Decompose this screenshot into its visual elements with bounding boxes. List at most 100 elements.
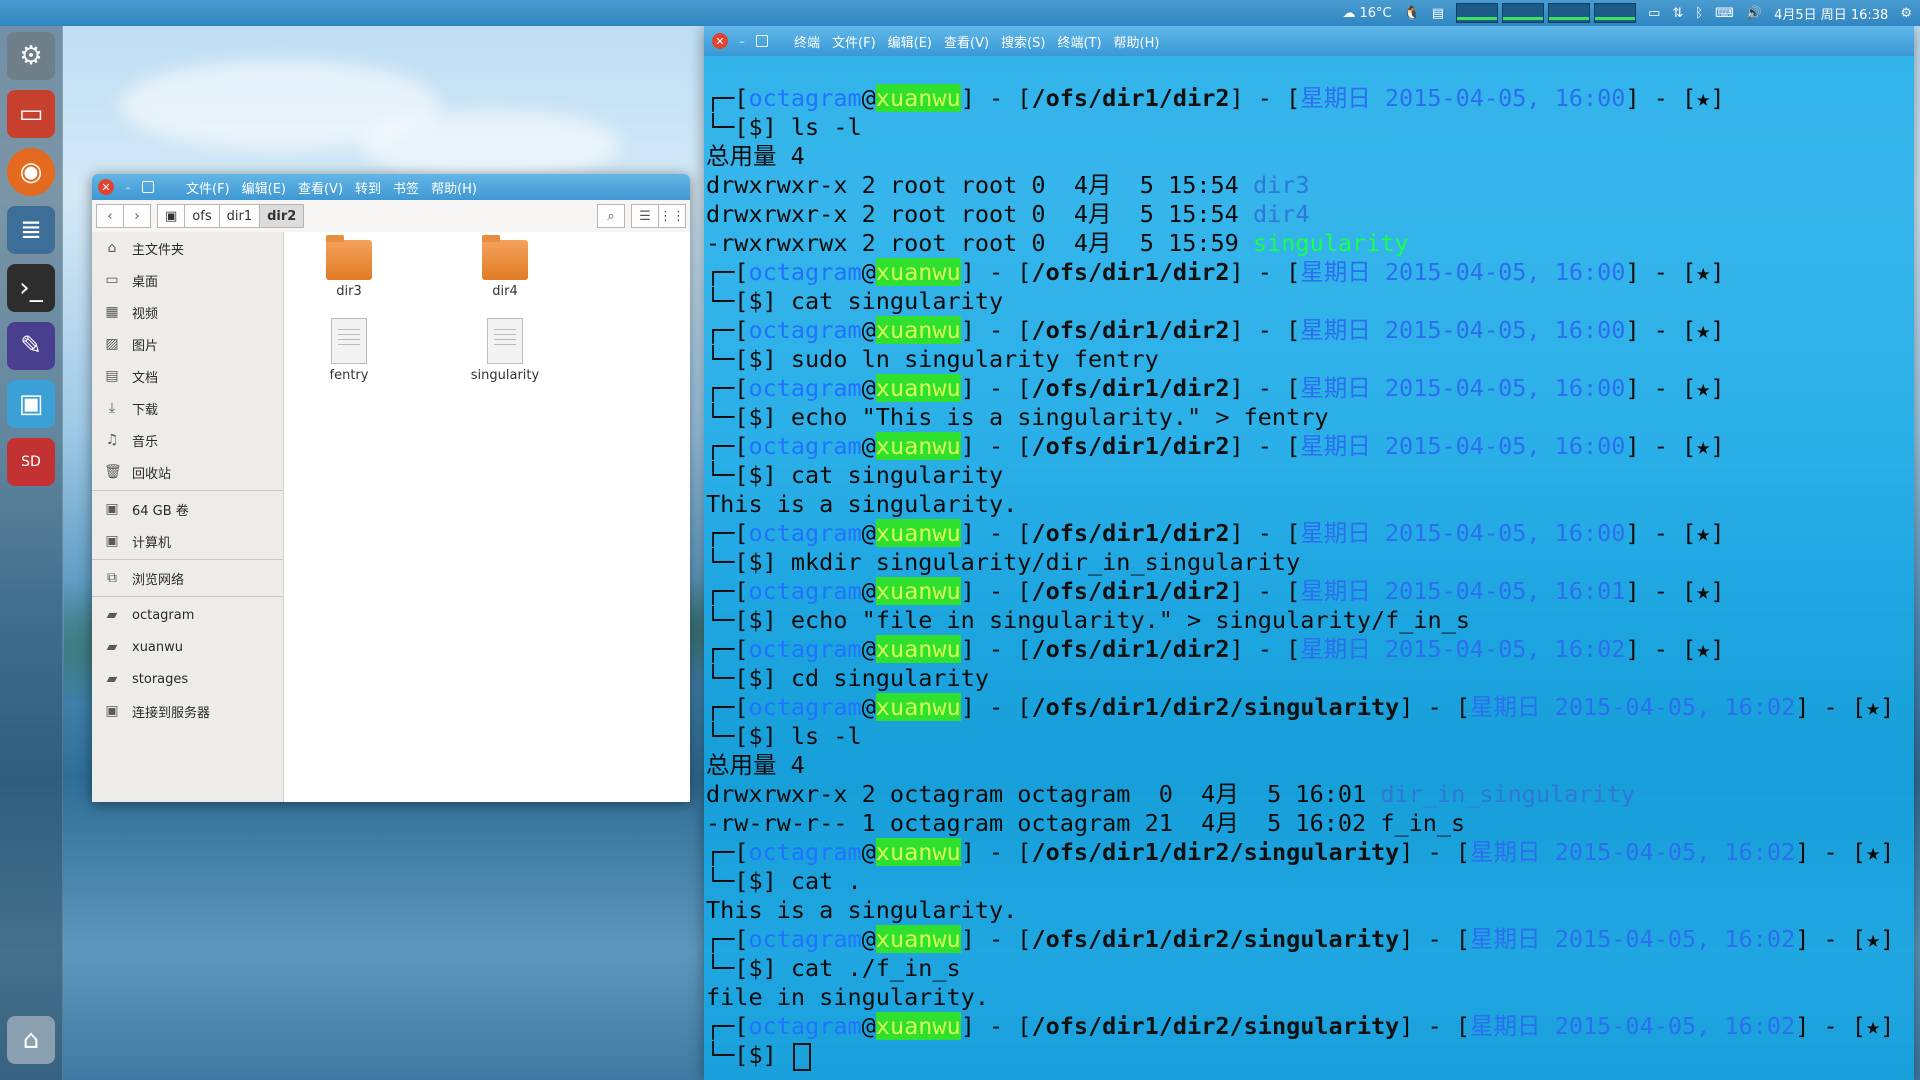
drive-icon[interactable]: ▣ [157, 204, 186, 228]
file-manager-sidebar: ⌂ 主文件夹 ▭ 桌面 ▦ 视频 ▨ 图片 ▤ 文档 ⤓ 下载 ♫ 音乐 🗑 回收站 ▣ 64 GB 卷 ▣ 计算机 ⧉… [92, 232, 284, 802]
system-settings-icon[interactable]: ⚙ [7, 32, 55, 80]
back-button[interactable]: ‹ [96, 204, 124, 228]
file-item[interactable]: singularity [450, 318, 560, 383]
ls-entry-name: singularity [1252, 229, 1409, 257]
file-icon [331, 318, 367, 364]
firefox-icon[interactable]: ◉ [7, 148, 55, 196]
video-icon: ▦ [105, 304, 119, 320]
close-button[interactable]: ✕ [712, 33, 728, 49]
sidebar-item[interactable]: ▰ octagram [92, 599, 283, 631]
weather-indicator[interactable]: ☁ 16°C [1342, 0, 1391, 26]
breadcrumb-item[interactable]: dir1 [218, 204, 261, 228]
gear-icon[interactable]: ⚙ [1900, 6, 1912, 21]
sidebar-item[interactable]: ▣ 64 GB 卷 [92, 493, 283, 525]
menu-item[interactable]: 帮助(H) [431, 178, 477, 197]
sidebar-item[interactable]: ▰ storages [92, 663, 283, 695]
top-panel: ☁ 16°C 🐧 ▤ ▭ ⇅ ᛒ ⌨ 🔊 4月5日 周日 16:38 ⚙ [0, 0, 1920, 26]
sidebar-item[interactable]: ⧉ 浏览网络 [92, 562, 283, 594]
menu-item[interactable]: 文件(F) [832, 32, 876, 51]
prompt-user: octagram [748, 635, 862, 663]
image-viewer-icon[interactable]: ▣ [7, 380, 55, 428]
menu-item[interactable]: 帮助(H) [1114, 32, 1160, 51]
terminal-output[interactable]: ┌─[octagram@xuanwu] - [/ofs/dir1/dir2] -… [706, 84, 1914, 1071]
output-line: 总用量 4 [706, 142, 1914, 171]
ls-details: drwxrwxr-x 2 octagram octagram 0 4月 5 16… [706, 780, 1381, 808]
sidebar-item[interactable]: ⌂ 主文件夹 [92, 232, 283, 264]
file-item[interactable]: dir4 [450, 235, 560, 299]
menu-item[interactable]: 终端 [794, 32, 820, 51]
sidebar-item[interactable]: ▤ 文档 [92, 360, 283, 392]
menu-item[interactable]: 编辑(E) [242, 178, 286, 197]
ls-output-line: drwxrwxr-x 2 root root 0 4月 5 15:54 dir3 [706, 171, 1914, 200]
sidebar-item[interactable]: ▨ 图片 [92, 328, 283, 360]
breadcrumb-item[interactable]: ofs [184, 204, 220, 228]
file-name: fentry [329, 368, 369, 383]
sidebar-item[interactable]: ▣ 连接到服务器 [92, 695, 283, 727]
menu-item[interactable]: 文件(F) [186, 178, 230, 197]
breadcrumb-item[interactable]: dir2 [259, 204, 305, 228]
output-text: This is a singularity. [706, 490, 1018, 518]
sidebar-item[interactable]: ⤓ 下载 [92, 392, 283, 424]
menu-item[interactable]: 搜索(S) [1001, 32, 1045, 51]
prompt-datetime: 星期日 2015-04-05, 16:00 [1300, 258, 1626, 286]
file-manager-icon[interactable]: ▭ [7, 90, 55, 138]
drive-icon: ▣ [105, 501, 119, 517]
keyboard-icon[interactable]: ⌨ [1715, 6, 1734, 21]
text-editor-icon[interactable]: ≣ [7, 206, 55, 254]
ls-output-line: -rwxrwxrwx 2 root root 0 4月 5 15:59 sing… [706, 229, 1914, 258]
forward-button[interactable]: › [123, 204, 151, 228]
maximize-button[interactable] [756, 35, 768, 47]
eclipse-icon[interactable]: ✎ [7, 322, 55, 370]
search-icon[interactable]: ⌕ [597, 204, 625, 228]
minimize-button[interactable]: – [734, 33, 750, 49]
prompt-user: octagram [748, 432, 862, 460]
bluetooth-icon[interactable]: ᛒ [1695, 6, 1703, 21]
menu-item[interactable]: 终端(T) [1057, 32, 1101, 51]
sidebar-item[interactable]: ▭ 桌面 [92, 264, 283, 296]
home-icon: ⌂ [107, 240, 117, 256]
prompt-line: ┌─[octagram@xuanwu] - [/ofs/dir1/dir2/si… [706, 838, 1895, 866]
sidebar-item[interactable]: ▦ 视频 [92, 296, 283, 328]
sidebar-item-label: 计算机 [132, 535, 172, 551]
terminal-cursor[interactable] [792, 1042, 811, 1071]
sidebar-item[interactable]: ♫ 音乐 [92, 424, 283, 456]
menu-item[interactable]: 转到 [355, 178, 381, 197]
menu-item[interactable]: 查看(V) [298, 178, 343, 197]
prompt-user: octagram [748, 258, 862, 286]
network-icon[interactable]: ⇅ [1672, 6, 1683, 21]
prompt-datetime: 星期日 2015-04-05, 16:00 [1300, 374, 1626, 402]
minimize-button[interactable]: – [120, 179, 136, 195]
trash-icon[interactable]: ⌂ [7, 1016, 55, 1064]
maximize-button[interactable] [142, 181, 154, 193]
output-line: This is a singularity. [706, 896, 1914, 925]
command-text: echo "This is a singularity." > fentry [790, 403, 1329, 431]
menu-item[interactable]: 编辑(E) [888, 32, 932, 51]
prompt-line: ┌─[octagram@xuanwu] - [/ofs/dir1/dir2] -… [706, 519, 1725, 547]
calendar-icon[interactable]: ▤ [1432, 6, 1444, 21]
penguin-icon[interactable]: 🐧 [1404, 6, 1420, 21]
prompt-path: /ofs/dir1/dir2/singularity [1031, 1012, 1400, 1040]
sidebar-item[interactable]: ▣ 计算机 [92, 525, 283, 557]
menu-item[interactable]: 查看(V) [944, 32, 989, 51]
sd-card-icon[interactable]: SD [7, 438, 55, 486]
output-text: This is a singularity. [706, 896, 1018, 924]
sidebar-separator [92, 559, 283, 560]
document-icon: ▤ [105, 368, 119, 384]
list-view-icon[interactable]: ☰ [631, 204, 659, 228]
terminal-icon[interactable]: ›_ [7, 264, 55, 312]
clock[interactable]: 4月5日 周日 16:38 [1774, 4, 1888, 23]
menu-item[interactable]: 书签 [393, 178, 419, 197]
file-manager-window: ✕ – 文件(F) 编辑(E) 查看(V) 转到 书签 帮助(H) ‹ › ▣ ofs di… [92, 174, 690, 802]
prompt-datetime: 星期日 2015-04-05, 16:02 [1470, 693, 1796, 721]
prompt-line: ┌─[octagram@xuanwu] - [/ofs/dir1/dir2] -… [706, 432, 1725, 460]
sidebar-item[interactable]: ▰ xuanwu [92, 631, 283, 663]
file-item[interactable]: dir3 [294, 235, 404, 299]
file-item[interactable]: fentry [294, 318, 404, 383]
system-monitor[interactable] [1456, 0, 1637, 26]
prompt-datetime: 星期日 2015-04-05, 16:02 [1300, 635, 1626, 663]
close-button[interactable]: ✕ [98, 179, 114, 195]
sidebar-item[interactable]: 🗑 回收站 [92, 456, 283, 488]
display-icon[interactable]: ▭ [1648, 6, 1660, 21]
volume-icon[interactable]: 🔊 [1746, 6, 1762, 21]
grid-view-icon[interactable]: ⋮⋮ [658, 204, 686, 228]
